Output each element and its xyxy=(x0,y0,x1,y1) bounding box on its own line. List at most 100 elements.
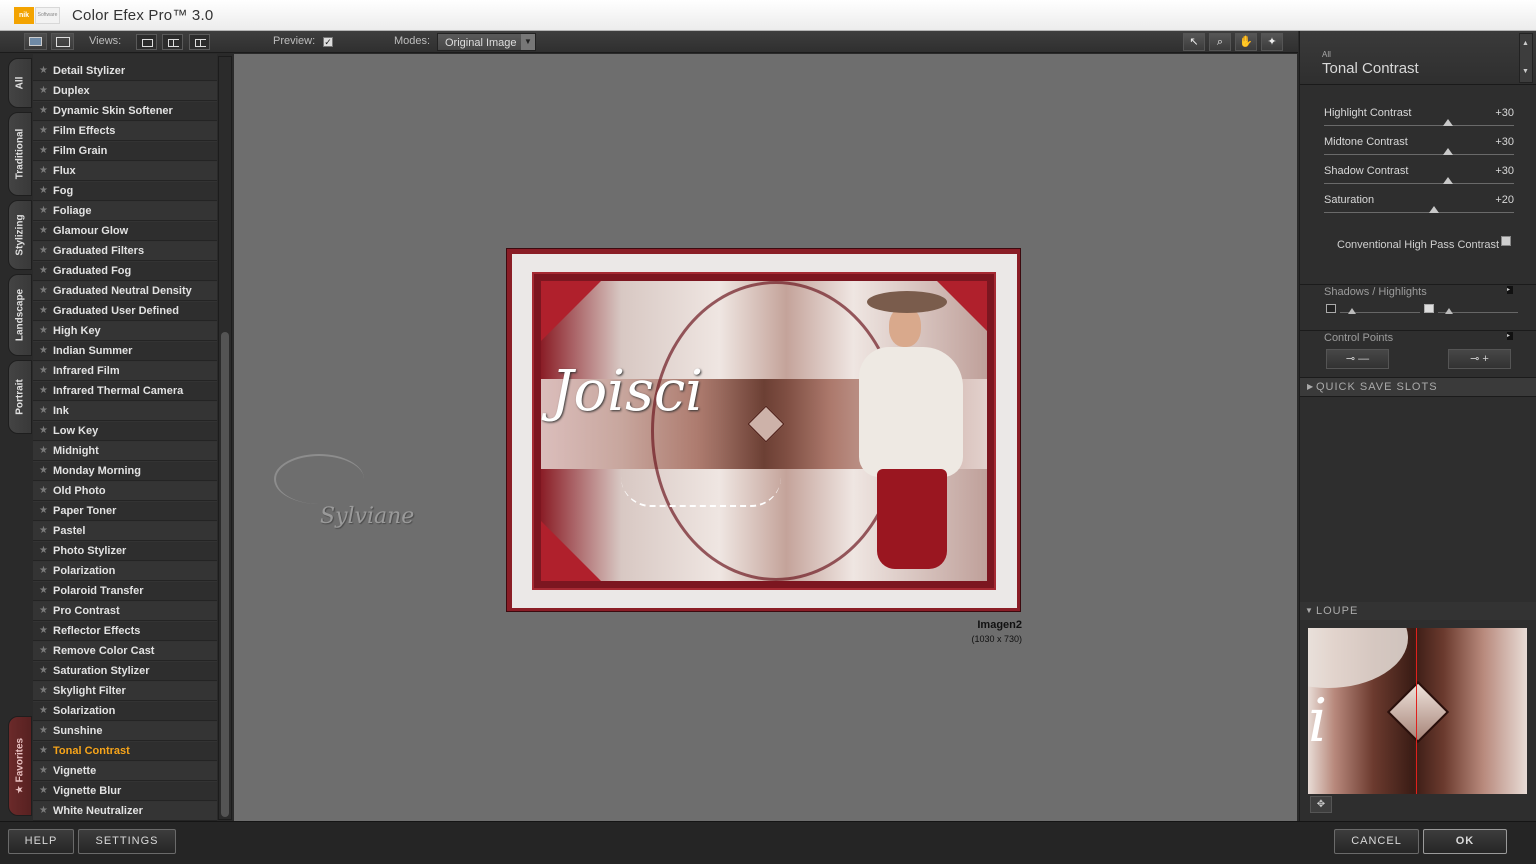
chevron-up-icon[interactable]: ▲ xyxy=(1522,40,1529,47)
slider-knob[interactable] xyxy=(1443,148,1453,155)
slider-knob[interactable] xyxy=(1443,177,1453,184)
slider-midtone-contrast[interactable]: Midtone Contrast +30 xyxy=(1324,136,1514,162)
remove-control-point-button[interactable]: ⊸ — xyxy=(1326,349,1389,369)
favorite-star-icon[interactable]: ★ xyxy=(39,745,48,756)
filter-item[interactable]: ★ Infrared Thermal Camera xyxy=(33,382,217,401)
filter-item[interactable]: ★ White Neutralizer xyxy=(33,802,217,821)
tab-favorites[interactable]: ★ Favorites xyxy=(8,716,32,816)
high-pass-checkbox[interactable] xyxy=(1501,236,1511,246)
favorite-star-icon[interactable]: ★ xyxy=(39,125,48,136)
filter-item[interactable]: ★ Flux xyxy=(33,162,217,181)
slider-highlight-contrast[interactable]: Highlight Contrast +30 xyxy=(1324,107,1514,133)
tab-all[interactable]: All xyxy=(8,58,32,108)
modes-select[interactable]: Original Image ▼ xyxy=(437,33,536,51)
favorite-star-icon[interactable]: ★ xyxy=(39,545,48,556)
arrow-tool-button[interactable]: ↖ xyxy=(1183,33,1205,51)
preview-image-button[interactable] xyxy=(24,33,47,50)
favorite-star-icon[interactable]: ★ xyxy=(39,505,48,516)
settings-button[interactable]: SETTINGS xyxy=(78,829,176,854)
filter-item[interactable]: ★ Polarization xyxy=(33,562,217,581)
favorite-star-icon[interactable]: ★ xyxy=(39,565,48,576)
filter-item[interactable]: ★ Saturation Stylizer xyxy=(33,662,217,681)
cancel-button[interactable]: CANCEL xyxy=(1334,829,1419,854)
filter-item[interactable]: ★ Vignette Blur xyxy=(33,782,217,801)
layout-toggle-button[interactable] xyxy=(51,33,74,50)
slider-saturation[interactable]: Saturation +20 xyxy=(1324,194,1514,220)
view-single-button[interactable] xyxy=(136,34,157,50)
favorite-star-icon[interactable]: ★ xyxy=(39,225,48,236)
filter-item[interactable]: ★ Solarization xyxy=(33,702,217,721)
favorite-star-icon[interactable]: ★ xyxy=(39,605,48,616)
favorite-star-icon[interactable]: ★ xyxy=(39,685,48,696)
filter-item[interactable]: ★ Monday Morning xyxy=(33,462,217,481)
filter-item[interactable]: ★ Film Grain xyxy=(33,142,217,161)
help-button[interactable]: HELP xyxy=(8,829,74,854)
filter-item[interactable]: ★ Vignette xyxy=(33,762,217,781)
filter-item[interactable]: ★ Remove Color Cast xyxy=(33,642,217,661)
filter-item[interactable]: ★ Paper Toner xyxy=(33,502,217,521)
slider-knob[interactable] xyxy=(1443,119,1453,126)
filter-item[interactable]: ★ Foliage xyxy=(33,202,217,221)
favorite-star-icon[interactable]: ★ xyxy=(39,165,48,176)
filter-item[interactable]: ★ Detail Stylizer xyxy=(33,62,217,81)
scrollbar-thumb[interactable] xyxy=(221,332,229,817)
preview-canvas[interactable]: Sylviane Joisci Imagen2 (1030 x 730) xyxy=(234,54,1297,821)
view-side-by-side-button[interactable] xyxy=(189,34,210,50)
preview-image[interactable]: Joisci xyxy=(506,248,1021,612)
favorite-star-icon[interactable]: ★ xyxy=(39,205,48,216)
expand-arrow-icon[interactable]: ▸ xyxy=(1507,332,1513,340)
favorite-star-icon[interactable]: ★ xyxy=(39,625,48,636)
favorite-star-icon[interactable]: ★ xyxy=(39,725,48,736)
tab-traditional[interactable]: Traditional xyxy=(8,112,32,196)
slider-shadow-contrast[interactable]: Shadow Contrast +30 xyxy=(1324,165,1514,191)
filter-header-scroller[interactable]: ▲ ▼ xyxy=(1519,33,1533,83)
filter-item[interactable]: ★ Pro Contrast xyxy=(33,602,217,621)
favorite-star-icon[interactable]: ★ xyxy=(39,245,48,256)
filter-item[interactable]: ★ Film Effects xyxy=(33,122,217,141)
loupe-view[interactable]: i xyxy=(1308,628,1527,794)
favorite-star-icon[interactable]: ★ xyxy=(39,85,48,96)
high-pass-option[interactable]: Conventional High Pass Contrast xyxy=(1337,235,1511,253)
zoom-tool-button[interactable]: ⌕ xyxy=(1209,33,1231,51)
filter-item[interactable]: ★ Tonal Contrast xyxy=(33,742,217,761)
view-split-button[interactable] xyxy=(162,34,183,50)
filter-item[interactable]: ★ Ink xyxy=(33,402,217,421)
filter-item[interactable]: ★ Dynamic Skin Softener xyxy=(33,102,217,121)
favorite-star-icon[interactable]: ★ xyxy=(39,425,48,436)
filter-item[interactable]: ★ Midnight xyxy=(33,442,217,461)
quick-save-slots-header[interactable]: ▶ QUICK SAVE SLOTS xyxy=(1300,377,1536,397)
filter-item[interactable]: ★ Graduated Fog xyxy=(33,262,217,281)
favorite-star-icon[interactable]: ★ xyxy=(39,365,48,376)
favorite-star-icon[interactable]: ★ xyxy=(39,445,48,456)
favorite-star-icon[interactable]: ★ xyxy=(39,785,48,796)
filter-item[interactable]: ★ Photo Stylizer xyxy=(33,542,217,561)
add-control-point-button[interactable]: ⊸ + xyxy=(1448,349,1511,369)
favorite-star-icon[interactable]: ★ xyxy=(39,65,48,76)
favorite-star-icon[interactable]: ★ xyxy=(39,145,48,156)
filter-item[interactable]: ★ Fog xyxy=(33,182,217,201)
highlights-knob[interactable] xyxy=(1445,308,1453,314)
filter-item[interactable]: ★ Sunshine xyxy=(33,722,217,741)
slider-track[interactable] xyxy=(1324,212,1514,213)
favorite-star-icon[interactable]: ★ xyxy=(39,265,48,276)
filter-item[interactable]: ★ Reflector Effects xyxy=(33,622,217,641)
favorite-star-icon[interactable]: ★ xyxy=(39,585,48,596)
favorite-star-icon[interactable]: ★ xyxy=(39,405,48,416)
favorite-star-icon[interactable]: ★ xyxy=(39,185,48,196)
favorite-star-icon[interactable]: ★ xyxy=(39,705,48,716)
filter-item[interactable]: ★ Old Photo xyxy=(33,482,217,501)
slider-track[interactable] xyxy=(1324,183,1514,184)
filter-item[interactable]: ★ Graduated Filters xyxy=(33,242,217,261)
expand-arrow-icon[interactable]: ▸ xyxy=(1507,286,1513,294)
control-points-header[interactable]: Control Points ▸ xyxy=(1300,330,1536,344)
favorite-star-icon[interactable]: ★ xyxy=(39,805,48,816)
filter-item[interactable]: ★ Indian Summer xyxy=(33,342,217,361)
filter-item[interactable]: ★ Graduated Neutral Density xyxy=(33,282,217,301)
favorite-star-icon[interactable]: ★ xyxy=(39,645,48,656)
hand-tool-button[interactable]: ✋ xyxy=(1235,33,1257,51)
tab-stylizing[interactable]: Stylizing xyxy=(8,200,32,270)
favorite-star-icon[interactable]: ★ xyxy=(39,285,48,296)
favorite-star-icon[interactable]: ★ xyxy=(39,485,48,496)
chevron-down-icon[interactable]: ▼ xyxy=(1522,68,1529,75)
favorite-star-icon[interactable]: ★ xyxy=(39,465,48,476)
